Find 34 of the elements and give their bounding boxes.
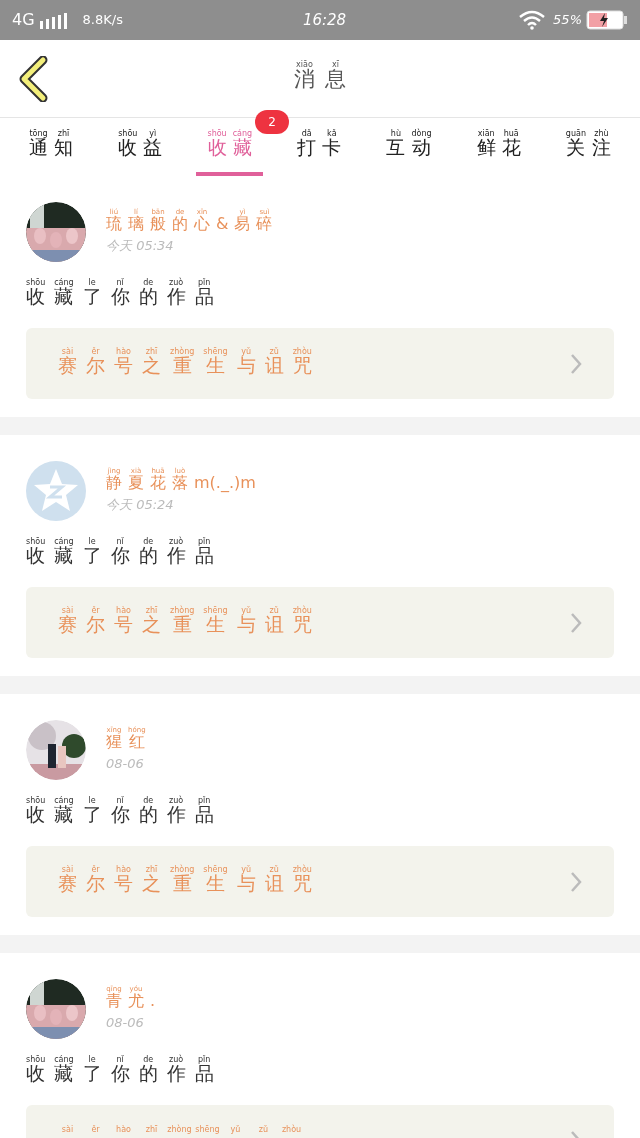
back-button[interactable] bbox=[18, 55, 48, 102]
chevron-right-icon bbox=[570, 352, 582, 375]
tab[interactable]: 互 hù 动 dòng bbox=[375, 118, 443, 176]
tab[interactable]: 通 tōng 知 zhī bbox=[18, 118, 84, 176]
network-label: 4G bbox=[12, 9, 35, 31]
message-time: 08-06 bbox=[106, 1014, 145, 1033]
tab[interactable]: 关 guān 注 zhù bbox=[554, 118, 622, 176]
message-time: 今天 05:34 bbox=[106, 237, 175, 256]
message-text: 收 shōu 藏 cáng 了 le 你 nǐ 的 de 作 zuò 品 pǐn bbox=[26, 537, 215, 567]
work-link[interactable]: 赛 sài 尔 ěr 号 hào 之 zhī 重 zhòng 生 shēng 与 yǔ 诅 zǔ 咒 zhòu bbox=[26, 587, 614, 658]
clock: 16:28 bbox=[302, 9, 347, 31]
network-speed: 8.8K/s bbox=[82, 11, 123, 30]
chevron-right-icon bbox=[570, 611, 582, 634]
tab[interactable]: 鲜 xiān 花 huā bbox=[465, 118, 532, 176]
battery-icon bbox=[586, 10, 628, 30]
message-time: 08-06 bbox=[106, 755, 145, 774]
battery-percent: 55% bbox=[553, 11, 582, 30]
message-text: 收 shōu 藏 cáng 了 le 你 nǐ 的 de 作 zuò 品 pǐn bbox=[26, 796, 215, 826]
work-link[interactable]: sài ěr hào zhī zhòng shēng yǔ zǔ zhòu bbox=[26, 1105, 614, 1138]
message-text: 收 shōu 藏 cáng 了 le 你 nǐ 的 de 作 zuò 品 pǐn bbox=[26, 278, 215, 308]
message-text: 收 shōu 藏 cáng 了 le 你 nǐ 的 de 作 zuò 品 pǐn bbox=[26, 1055, 215, 1085]
work-link[interactable]: 赛 sài 尔 ěr 号 hào 之 zhī 重 zhòng 生 shēng 与 yǔ 诅 zǔ 咒 zhòu bbox=[26, 846, 614, 917]
message-time: 今天 05:24 bbox=[106, 496, 175, 515]
work-title: 赛 sài 尔 ěr 号 hào 之 zhī 重 zhòng 生 shēng 与 yǔ 诅 zǔ 咒 zhòu bbox=[58, 347, 313, 379]
work-title: 赛 sài 尔 ěr 号 hào 之 zhī 重 zhòng 生 shēng 与 yǔ 诅 zǔ 咒 zhòu bbox=[58, 865, 313, 897]
count-badge: 2 bbox=[255, 110, 290, 134]
work-title: sài ěr hào zhī zhòng shēng yǔ zǔ zhòu bbox=[60, 1126, 303, 1137]
work-link[interactable]: 赛 sài 尔 ěr 号 hào 之 zhī 重 zhòng 生 shēng 与 yǔ 诅 zǔ 咒 zhòu bbox=[26, 328, 614, 399]
chevron-right-icon bbox=[570, 870, 582, 893]
work-title: 赛 sài 尔 ěr 号 hào 之 zhī 重 zhòng 生 shēng 与 yǔ 诅 zǔ 咒 zhòu bbox=[58, 606, 313, 638]
wifi-icon bbox=[519, 10, 546, 30]
default-avatar-icon bbox=[26, 461, 86, 521]
tab[interactable]: 收 shōu 益 yì bbox=[107, 118, 174, 176]
page-title: 消 xiāo 息 xī bbox=[293, 60, 347, 93]
